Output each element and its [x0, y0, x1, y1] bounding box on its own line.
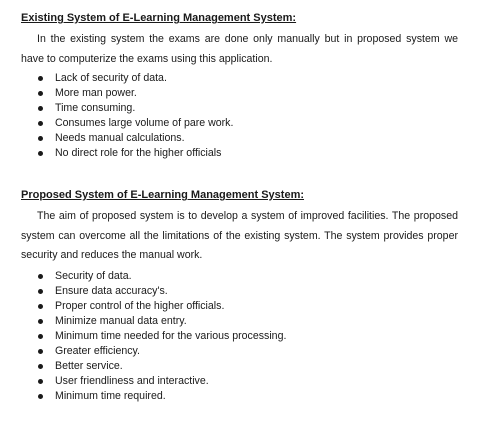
list-item: Minimize manual data entry.: [0, 314, 478, 329]
list-item: Minimum time required.: [0, 389, 478, 404]
proposed-system-list: Security of data. Ensure data accuracy's…: [0, 269, 478, 404]
list-item: More man power.: [0, 86, 478, 101]
list-item-text: Minimize manual data entry.: [55, 314, 187, 327]
existing-system-paragraph: In the existing system the exams are don…: [21, 33, 458, 65]
list-item: Proper control of the higher officials.: [0, 299, 478, 314]
list-item: Better service.: [0, 359, 478, 374]
list-item-text: Consumes large volume of pare work.: [55, 117, 234, 129]
list-item-text: Needs manual calculations.: [55, 132, 185, 144]
bullet-icon: [38, 333, 43, 339]
list-item-text: Lack of security of data.: [55, 72, 167, 84]
bullet-icon: [38, 288, 43, 294]
existing-system-section: Existing System of E-Learning Management…: [0, 10, 478, 161]
bullet-icon: [38, 378, 43, 384]
list-item: Security of data.: [0, 269, 478, 284]
existing-system-list: Lack of security of data. More man power…: [0, 71, 478, 161]
list-item: Ensure data accuracy's.: [0, 284, 478, 299]
list-item-text: No direct role for the higher officials: [55, 147, 222, 159]
bullet-icon: [38, 106, 43, 111]
proposed-system-paragraph: The aim of proposed system is to develop…: [21, 210, 458, 261]
list-item-text: Minimum time needed for the various proc…: [55, 329, 287, 342]
bullet-icon: [38, 348, 43, 354]
bullet-icon: [38, 136, 43, 141]
list-item: Minimum time needed for the various proc…: [0, 329, 478, 344]
list-item-text: Ensure data accuracy's.: [55, 284, 168, 297]
list-item: Consumes large volume of pare work.: [0, 116, 478, 131]
list-item: User friendliness and interactive.: [0, 374, 478, 389]
proposed-system-section: Proposed System of E-Learning Management…: [0, 187, 478, 404]
proposed-system-heading: Proposed System of E-Learning Management…: [21, 189, 305, 201]
bullet-icon: [38, 151, 43, 156]
bullet-icon: [38, 318, 43, 324]
list-item: Greater efficiency.: [0, 344, 478, 359]
bullet-icon: [38, 273, 43, 279]
bullet-icon: [38, 91, 43, 96]
list-item: Lack of security of data.: [0, 71, 478, 86]
bullet-icon: [38, 393, 43, 399]
list-item-text: User friendliness and interactive.: [55, 374, 209, 387]
list-item-text: Proper control of the higher officials.: [55, 299, 225, 312]
bullet-icon: [38, 121, 43, 126]
list-item: Needs manual calculations.: [0, 131, 478, 146]
list-item-text: Time consuming.: [55, 102, 136, 114]
list-item-text: Greater efficiency.: [55, 344, 140, 357]
list-item: Time consuming.: [0, 101, 478, 116]
bullet-icon: [38, 76, 43, 81]
list-item-text: Security of data.: [55, 269, 132, 282]
list-item: No direct role for the higher officials: [0, 146, 478, 161]
list-item-text: More man power.: [55, 87, 137, 99]
bullet-icon: [38, 303, 43, 309]
list-item-text: Minimum time required.: [55, 389, 166, 402]
bullet-icon: [38, 363, 43, 369]
existing-system-heading: Existing System of E-Learning Management…: [21, 12, 297, 24]
list-item-text: Better service.: [55, 359, 123, 372]
